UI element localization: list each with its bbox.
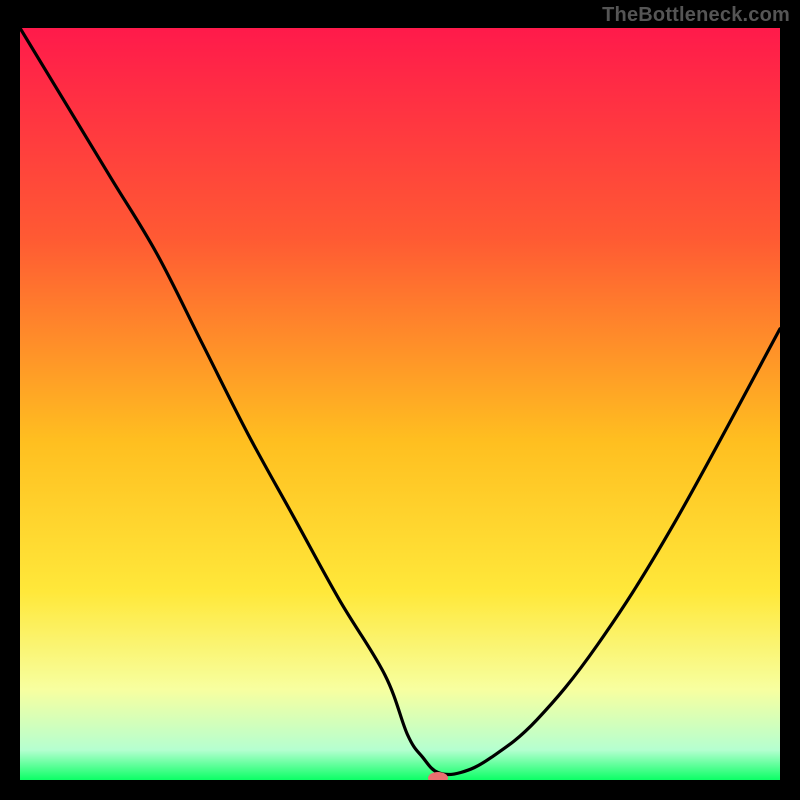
chart-svg bbox=[20, 28, 780, 780]
gradient-background bbox=[20, 28, 780, 780]
plot-area bbox=[20, 28, 780, 780]
watermark-text: TheBottleneck.com bbox=[602, 4, 790, 27]
chart-frame: TheBottleneck.com bbox=[0, 0, 800, 800]
